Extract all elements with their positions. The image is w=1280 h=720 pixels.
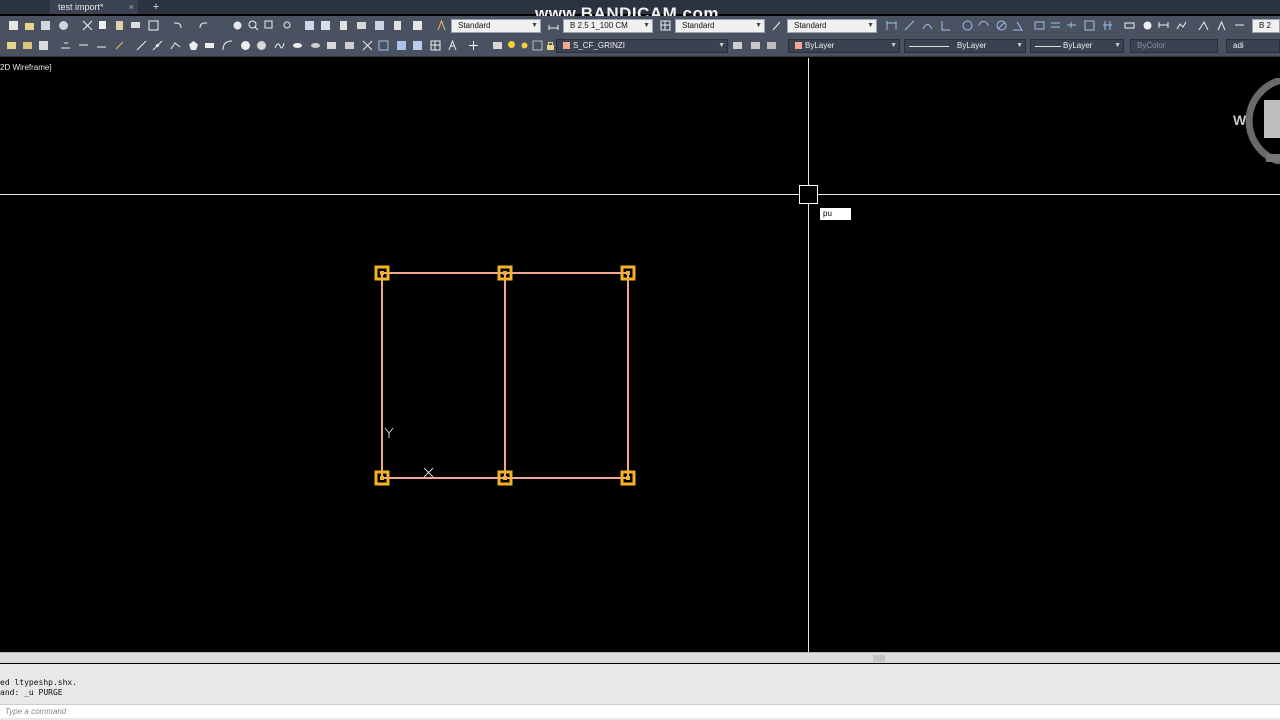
ucs-y-axis-icon <box>384 427 394 438</box>
command-input[interactable]: Type a command <box>0 704 1280 718</box>
command-history-line: ed ltypeshp.shx. <box>0 678 78 687</box>
ucs-icon <box>384 427 434 478</box>
scrollbar-thumb[interactable] <box>873 655 885 662</box>
ucs-x-axis-icon <box>423 467 434 478</box>
command-history-line: and: _u PURGE <box>0 688 63 697</box>
selected-rectangles[interactable] <box>381 272 629 479</box>
horizontal-scrollbar[interactable] <box>0 652 1280 663</box>
drawing-canvas[interactable] <box>0 0 1280 720</box>
